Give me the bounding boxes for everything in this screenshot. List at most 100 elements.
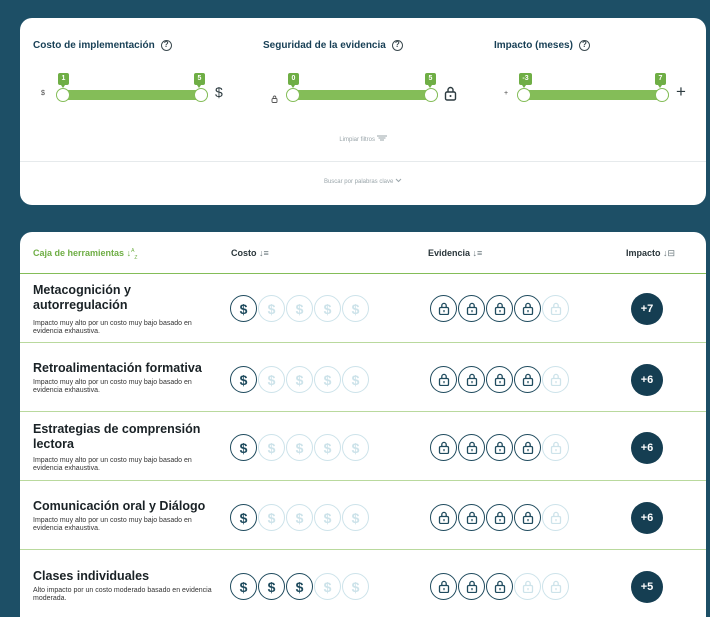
dollar-icon: $ [230, 434, 257, 461]
help-icon[interactable]: ? [160, 40, 172, 51]
lock-icon [430, 366, 457, 393]
cost-low-symbol: $ [41, 90, 45, 97]
row-description: Impacto muy alto por un costo muy bajo b… [33, 457, 192, 472]
small-lock-icon [271, 90, 278, 108]
impact-filter-label: Impacto (meses) [494, 40, 573, 51]
evidence-slider[interactable] [286, 88, 438, 102]
help-icon[interactable]: ? [391, 40, 403, 51]
header-impact[interactable]: Impacto ↓⊟ [626, 248, 675, 259]
lock-icon [514, 295, 541, 322]
impact-max-value: 7 [655, 73, 666, 88]
keyword-search-label: Buscar por palabras clave [323, 179, 394, 185]
row-title[interactable]: Comunicación oral y Diálogo [33, 499, 213, 514]
dollar-icon: $ [342, 366, 369, 393]
lock-icon [514, 504, 541, 531]
cost-min-value: 1 [58, 73, 69, 88]
table-row[interactable]: Comunicación oral y Diálogo Impacto muy … [20, 481, 706, 550]
dollar-icon: $ [258, 366, 285, 393]
divider [20, 161, 706, 162]
table-row[interactable]: Clases individuales Alto impacto por un … [20, 550, 706, 617]
impact-slider[interactable] [517, 88, 669, 102]
cost-filter-label: Costo de implementación [33, 40, 155, 51]
header-evidence-label: Evidencia [428, 248, 471, 258]
impact-badge: +6 [631, 432, 663, 464]
header-toolbox-label: Caja de herramientas [33, 248, 125, 258]
sort-icon: ↓≡ [472, 248, 483, 258]
impact-max-handle[interactable] [655, 88, 669, 102]
header-toolbox[interactable]: Caja de herramientas ↓AZ [33, 248, 137, 261]
cost-rating: $ $ $ $ $ [230, 366, 369, 393]
cost-max-value: 5 [194, 73, 205, 88]
cost-min-handle[interactable] [56, 88, 70, 102]
lock-icon [444, 86, 457, 106]
dollar-icon: $ [342, 434, 369, 461]
evidence-rating [430, 434, 569, 461]
dollar-icon: $ [230, 504, 257, 531]
row-description: Alto impacto por un costo moderado basad… [33, 587, 212, 602]
lock-icon [458, 573, 485, 600]
row-title[interactable]: Estrategias de comprensión lectora [33, 422, 213, 452]
evidence-min-handle[interactable] [286, 88, 300, 102]
row-description: Impacto muy alto por un costo muy bajo b… [33, 517, 192, 532]
dollar-icon: $ [230, 573, 257, 600]
cost-slider[interactable] [56, 88, 208, 102]
lock-icon [430, 573, 457, 600]
dollar-icon: $ [286, 366, 313, 393]
dollar-icon: $ [286, 295, 313, 322]
lock-icon [486, 366, 513, 393]
impact-badge: +6 [631, 364, 663, 396]
toolbox-table: Caja de herramientas ↓AZ Costo ↓≡ Eviden… [20, 232, 706, 617]
dollar-icon: $ [230, 295, 257, 322]
lock-icon [514, 366, 541, 393]
lock-icon [542, 434, 569, 461]
lock-icon [486, 434, 513, 461]
row-description: Impacto muy alto por un costo muy bajo b… [33, 379, 192, 394]
keyword-search-toggle[interactable]: Buscar por palabras clave [20, 178, 706, 185]
lock-icon [514, 573, 541, 600]
help-icon[interactable]: ? [578, 40, 590, 51]
impact-min-handle[interactable] [517, 88, 531, 102]
dollar-icon: $ [314, 434, 341, 461]
header-impact-label: Impacto [626, 248, 661, 258]
dollar-icon: $ [258, 295, 285, 322]
cost-max-handle[interactable] [194, 88, 208, 102]
impact-high-symbol: + [676, 82, 686, 101]
header-cost-label: Costo [231, 248, 257, 258]
evidence-rating [430, 573, 569, 600]
cost-rating: $ $ $ $ $ [230, 573, 369, 600]
dollar-icon: $ [314, 573, 341, 600]
clear-filters-label: Limpiar filtros [339, 137, 375, 143]
dollar-icon: $ [314, 504, 341, 531]
table-row[interactable]: Metacognición y autorregulación Impacto … [20, 274, 706, 343]
lock-icon [542, 295, 569, 322]
dollar-icon: $ [286, 573, 313, 600]
row-title[interactable]: Retroalimentación formativa [33, 361, 213, 376]
sort-icon: ↓≡ [259, 248, 269, 258]
dollar-icon: $ [342, 504, 369, 531]
evidence-filter-label: Seguridad de la evidencia [263, 40, 386, 51]
evidence-max-handle[interactable] [424, 88, 438, 102]
dollar-icon: $ [286, 434, 313, 461]
lock-icon [514, 434, 541, 461]
lock-icon [542, 366, 569, 393]
cost-rating: $ $ $ $ $ [230, 504, 369, 531]
filters-panel: Costo de implementación ? $ 1 5 $ Seguri… [20, 18, 706, 205]
row-title[interactable]: Metacognición y autorregulación [33, 283, 213, 313]
cost-filter-title: Costo de implementación ? [33, 40, 172, 51]
row-title[interactable]: Clases individuales [33, 569, 213, 584]
table-row[interactable]: Retroalimentación formativa Impacto muy … [20, 343, 706, 412]
lock-icon [458, 504, 485, 531]
evidence-rating [430, 504, 569, 531]
table-row[interactable]: Estrategias de comprensión lectora Impac… [20, 412, 706, 481]
clear-filters-button[interactable]: Limpiar filtros [20, 135, 706, 143]
cost-rating: $ $ $ $ $ [230, 295, 369, 322]
dollar-icon: $ [258, 573, 285, 600]
dollar-icon: $ [342, 295, 369, 322]
sort-az-icon: ↓AZ [126, 248, 138, 261]
dollar-icon: $ [258, 504, 285, 531]
chevron-down-icon [395, 178, 402, 185]
lock-icon [486, 573, 513, 600]
cost-high-symbol: $ [215, 84, 223, 100]
header-evidence[interactable]: Evidencia ↓≡ [428, 248, 482, 258]
header-cost[interactable]: Costo ↓≡ [231, 248, 269, 258]
